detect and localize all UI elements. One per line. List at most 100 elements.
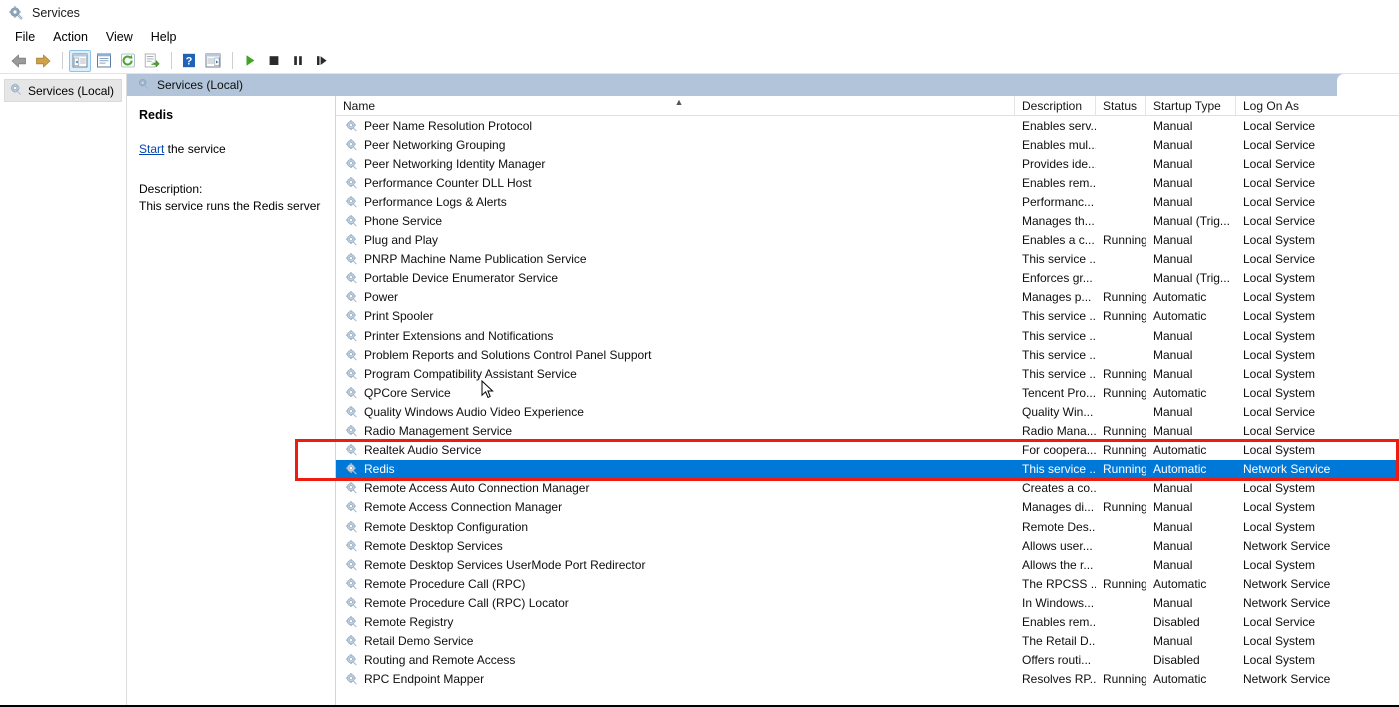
cell-startup-type: Automatic — [1153, 290, 1207, 305]
pause-service-icon[interactable] — [287, 50, 309, 72]
menu-file[interactable]: File — [6, 27, 44, 47]
service-cog-icon — [345, 195, 359, 209]
service-cog-icon — [345, 233, 359, 247]
service-name-label: Remote Desktop Services UserMode Port Re… — [364, 557, 646, 572]
start-service-icon[interactable] — [239, 50, 261, 72]
table-row[interactable]: RPC Endpoint Mapper Resolves RP... Running… — [336, 670, 1399, 689]
service-cog-icon — [345, 157, 359, 171]
cell-name: PNRP Machine Name Publication Service — [336, 252, 1015, 266]
properties-icon[interactable] — [93, 50, 115, 72]
table-row[interactable]: Radio Management Service Radio Mana... Run… — [336, 422, 1399, 441]
detail-service-name: Redis — [139, 108, 174, 122]
services-list-rows[interactable]: Peer Name Resolution Protocol Enables ser… — [336, 116, 1399, 707]
table-row[interactable]: Remote Procedure Call (RPC) The RPCSS ...… — [336, 574, 1399, 593]
cell-log-on-as: Local System — [1243, 634, 1316, 649]
table-row[interactable]: Quality Windows Audio Video Experience Qu… — [336, 402, 1399, 421]
table-row[interactable]: Peer Networking Identity Manager Provides… — [336, 154, 1399, 173]
service-cog-icon — [345, 596, 359, 610]
table-row[interactable]: QPCore Service Tencent Pro... Running Autom… — [336, 383, 1399, 402]
table-row[interactable]: Remote Access Auto Connection Manager Cre… — [336, 479, 1399, 498]
table-row[interactable]: Printer Extensions and Notifications This… — [336, 326, 1399, 345]
tab-services-local[interactable]: Services (Local) — [127, 74, 253, 96]
cell-name: Routing and Remote Access — [336, 653, 1015, 667]
forward-arrow-icon[interactable] — [32, 50, 54, 72]
service-name-label: QPCore Service — [364, 385, 451, 400]
table-row[interactable]: Remote Procedure Call (RPC) Locator In Wi… — [336, 593, 1399, 612]
table-row[interactable]: PNRP Machine Name Publication Service Thi… — [336, 250, 1399, 269]
table-row[interactable]: Portable Device Enumerator Service Enforc… — [336, 269, 1399, 288]
tree-node-services-local[interactable]: Services (Local) — [4, 79, 122, 102]
cell-name: Remote Desktop Configuration — [336, 520, 1015, 534]
service-cog-icon — [345, 634, 359, 648]
sort-ascending-icon: ▲ — [674, 97, 684, 107]
table-row[interactable]: Retail Demo Service The Retail D... Manual… — [336, 632, 1399, 651]
help-icon[interactable]: ? — [178, 50, 200, 72]
cell-log-on-as: Network Service — [1243, 595, 1331, 610]
menu-help[interactable]: Help — [142, 27, 186, 47]
column-header-startup-type[interactable]: Startup Type — [1146, 96, 1236, 115]
service-cog-icon — [345, 481, 359, 495]
cell-startup-type: Manual — [1153, 347, 1193, 362]
cell-description: Enables rem... — [1022, 614, 1096, 629]
cell-status: Running — [1103, 366, 1146, 381]
table-row[interactable]: Performance Logs & Alerts Performanc... Ma… — [336, 192, 1399, 211]
table-row[interactable]: Realtek Audio Service For coopera... Runni… — [336, 441, 1399, 460]
cell-log-on-as: Local System — [1243, 366, 1316, 381]
restart-service-icon[interactable] — [311, 50, 333, 72]
cell-name: Performance Logs & Alerts — [336, 195, 1015, 209]
table-row[interactable]: Phone Service Manages th... Manual (Trig..… — [336, 211, 1399, 230]
cell-description: Enables serv... — [1022, 118, 1096, 133]
cell-name: Performance Counter DLL Host — [336, 176, 1015, 190]
table-row[interactable]: Remote Access Connection Manager Manages … — [336, 498, 1399, 517]
cell-status: Running — [1103, 233, 1146, 248]
show-hide-console-tree-icon[interactable] — [69, 49, 91, 72]
table-row[interactable]: Routing and Remote Access Offers routi...… — [336, 651, 1399, 670]
cell-log-on-as: Local System — [1243, 309, 1316, 324]
cell-name: Remote Procedure Call (RPC) — [336, 577, 1015, 591]
menu-action[interactable]: Action — [44, 27, 97, 47]
table-row[interactable]: Plug and Play Enables a c... Running Manual… — [336, 231, 1399, 250]
table-row[interactable]: Peer Name Resolution Protocol Enables ser… — [336, 116, 1399, 135]
table-row[interactable]: Print Spooler This service ... Running Auto… — [336, 307, 1399, 326]
cell-startup-type: Manual — [1153, 194, 1193, 209]
menu-view[interactable]: View — [97, 27, 142, 47]
show-hide-action-pane-icon[interactable] — [202, 50, 224, 72]
table-row[interactable]: Problem Reports and Solutions Control Pa… — [336, 345, 1399, 364]
cell-name: Plug and Play — [336, 233, 1015, 247]
export-list-icon[interactable] — [141, 50, 163, 72]
table-row[interactable]: Remote Desktop Services UserMode Port Re… — [336, 555, 1399, 574]
cell-log-on-as: Local System — [1243, 385, 1316, 400]
cell-description: This service ... — [1022, 252, 1096, 267]
service-name-label: Remote Registry — [364, 614, 454, 629]
table-row[interactable]: Remote Registry Enables rem... Disabled Loc… — [336, 612, 1399, 631]
service-cog-icon — [345, 214, 359, 228]
title-bar: Services — [0, 0, 1399, 26]
cell-name: RPC Endpoint Mapper — [336, 672, 1015, 686]
table-row[interactable]: Peer Networking Grouping Enables mul... Ma… — [336, 135, 1399, 154]
refresh-icon[interactable] — [117, 50, 139, 72]
table-row[interactable]: Performance Counter DLL Host Enables rem.… — [336, 173, 1399, 192]
table-row[interactable]: Power Manages p... Running Automatic Local S… — [336, 288, 1399, 307]
stop-service-icon[interactable] — [263, 50, 285, 72]
cell-status: Running — [1103, 309, 1146, 324]
column-header-description[interactable]: Description — [1015, 96, 1096, 115]
service-cog-icon — [345, 176, 359, 190]
cell-description: Resolves RP... — [1022, 672, 1096, 687]
cell-description: This service ... — [1022, 328, 1096, 343]
table-row[interactable]: Remote Desktop Services Allows user... Man… — [336, 536, 1399, 555]
column-header-status[interactable]: Status — [1096, 96, 1146, 115]
column-header-log-on-as[interactable]: Log On As — [1236, 96, 1361, 115]
start-service-link[interactable]: Start — [139, 142, 164, 156]
cell-description: Manages p... — [1022, 290, 1092, 305]
table-row-selected[interactable]: Redis This service ... Running Automatic Net… — [336, 459, 1399, 479]
cell-startup-type: Disabled — [1153, 653, 1200, 668]
back-arrow-icon[interactable] — [8, 50, 30, 72]
cell-log-on-as: Network Service — [1243, 462, 1331, 477]
service-name-label: Performance Logs & Alerts — [364, 194, 507, 209]
table-row[interactable]: Remote Desktop Configuration Remote Des..… — [336, 517, 1399, 536]
service-name-label: Program Compatibility Assistant Service — [364, 366, 577, 381]
table-row[interactable]: Program Compatibility Assistant Service T… — [336, 364, 1399, 383]
cell-description: Manages di... — [1022, 500, 1095, 515]
cell-description: For coopera... — [1022, 443, 1096, 458]
cell-startup-type: Automatic — [1153, 576, 1207, 591]
